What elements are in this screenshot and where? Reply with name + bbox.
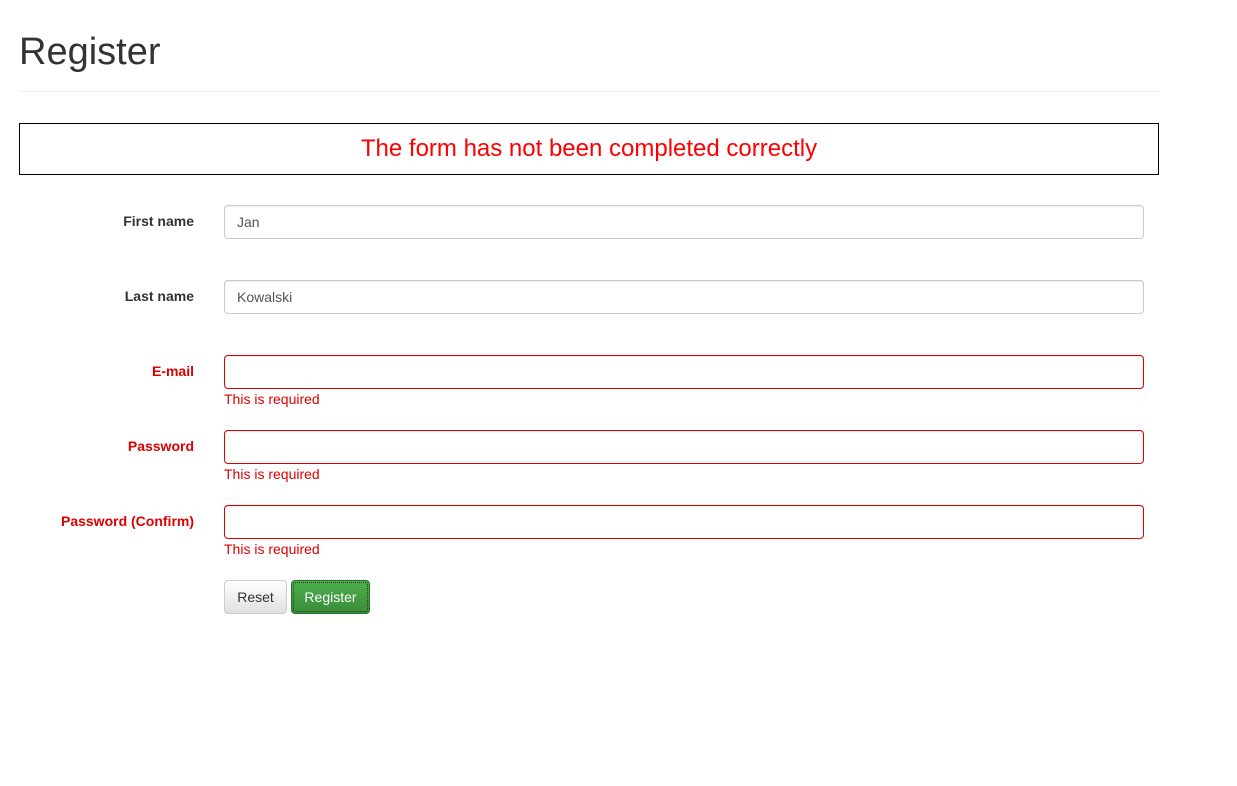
email-error-text: This is required [224,391,320,407]
register-page: Register The form has not been completed… [0,0,1237,786]
password-confirm-label: Password (Confirm) [60,513,194,529]
reset-button[interactable]: Reset [224,580,287,614]
form-error-message: The form has not been completed correctl… [360,135,818,162]
password-confirm-error-text: This is required [224,541,320,557]
form-error-banner: The form has not been completed correctl… [19,123,1159,175]
first-name-input[interactable] [224,205,1144,239]
title-divider [19,91,1159,92]
password-label: Password [127,438,194,454]
first-name-label: First name [123,213,194,229]
email-label: E-mail [151,363,194,379]
last-name-label: Last name [124,288,194,304]
register-button[interactable]: Register [291,580,370,614]
last-name-input[interactable] [224,280,1144,314]
password-input[interactable] [224,430,1144,464]
page-title: Register [19,31,161,73]
password-confirm-input[interactable] [224,505,1144,539]
password-error-text: This is required [224,466,320,482]
email-input[interactable] [224,355,1144,389]
